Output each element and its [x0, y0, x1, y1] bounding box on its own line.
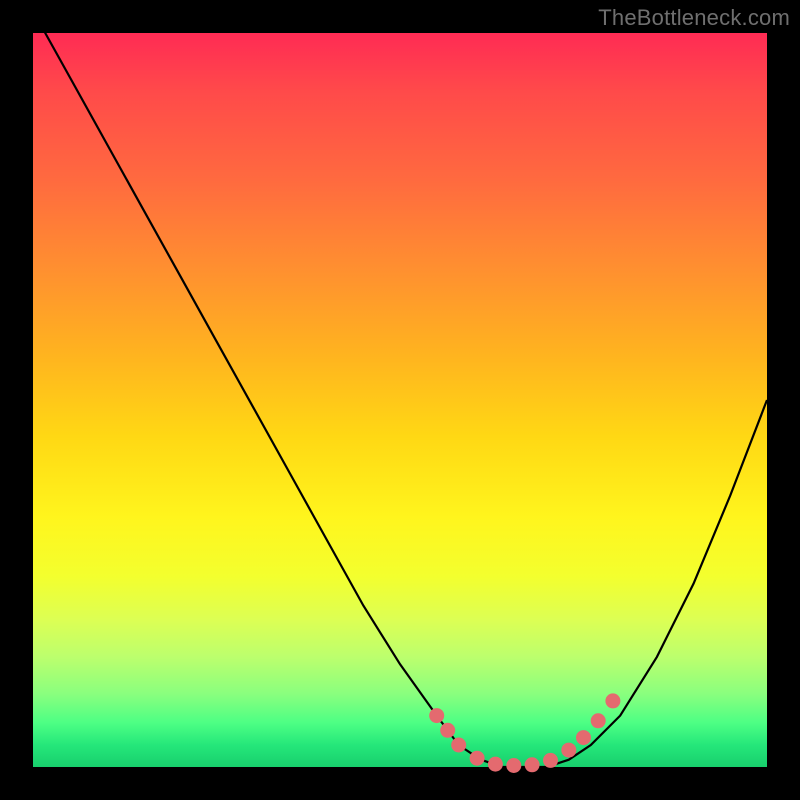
marker-dot	[429, 708, 444, 723]
chart-svg	[33, 33, 767, 767]
marker-dot	[561, 743, 576, 758]
attribution-text: TheBottleneck.com	[598, 5, 790, 31]
marker-dot	[470, 751, 485, 766]
marker-dot	[576, 730, 591, 745]
marker-dot	[506, 758, 521, 773]
curve-layer	[33, 11, 767, 767]
marker-dot	[488, 757, 503, 772]
marker-dot	[543, 753, 558, 768]
marker-dot	[591, 713, 606, 728]
bottleneck-curve	[33, 11, 767, 767]
marker-dot	[440, 723, 455, 738]
chart-frame: TheBottleneck.com	[0, 0, 800, 800]
marker-dot	[525, 757, 540, 772]
marker-layer	[429, 693, 620, 773]
marker-dot	[605, 693, 620, 708]
marker-dot	[451, 738, 466, 753]
